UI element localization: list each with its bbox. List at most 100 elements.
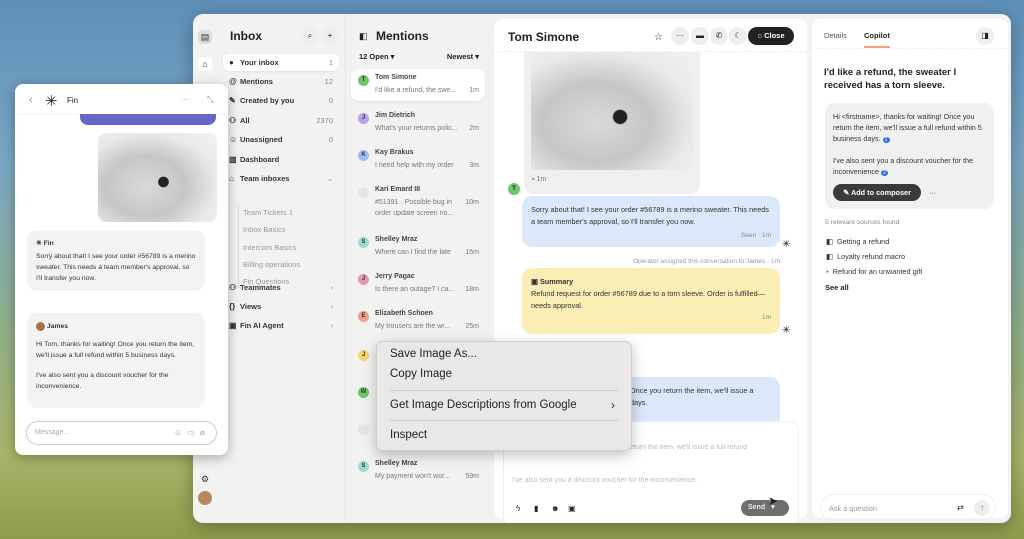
emoji-icon[interactable]: ☺ [174, 428, 182, 437]
expand-icon[interactable]: ⤡ [207, 95, 213, 105]
nav-views[interactable]: {} Views › [223, 298, 339, 315]
conversation-list-item[interactable]: Kari Emard III #51391 · Possible bug in … [351, 181, 485, 224]
menu-item-copy-image[interactable]: Copy Image [390, 368, 452, 380]
conversation-list-item[interactable]: E Elizabeth Schoen My trousers are the w… [351, 305, 485, 337]
settings-sliders-icon[interactable]: ⇄ [957, 503, 964, 512]
nav-fin-ai-agent[interactable]: ▣ Fin AI Agent › [223, 317, 339, 334]
source-item[interactable]: ▪ Refund for an unwanted gift [826, 264, 922, 279]
fin-reply-text: Sorry about that! I see your order #5678… [531, 205, 769, 226]
tree-line [238, 204, 239, 288]
nav-dashboard[interactable]: ▥ Dashboard [223, 151, 339, 168]
inbox-icon[interactable]: ⌂ [198, 57, 212, 71]
conversation-list-item[interactable]: T Tom Simone I'd like a refund, the swe.… [351, 69, 485, 101]
snooze-icon[interactable]: ☾ [729, 27, 747, 45]
close-label: Close [764, 31, 785, 40]
source-item[interactable]: ◧ Getting a refund [826, 234, 922, 249]
sender-name: Fin [43, 240, 54, 247]
ask-input[interactable]: Ask a question ⇄ ↑ [820, 494, 996, 521]
ai-icon[interactable]: ▣ [568, 504, 576, 513]
star-icon[interactable]: ☆ [654, 32, 663, 43]
back-icon[interactable]: ‹ [29, 94, 33, 106]
send-button[interactable]: Send ▾ [741, 500, 789, 516]
menu-item-save-image[interactable]: Save Image As... [390, 348, 477, 360]
avatar-icon: ● [229, 58, 234, 67]
contact-avatar [358, 187, 369, 198]
inbox-title: Inbox [230, 29, 262, 43]
nav-all[interactable]: ⚇ All 2370 [223, 112, 339, 129]
contact-avatar: S [358, 237, 369, 248]
bookmark-icon[interactable]: ▮ [534, 504, 538, 513]
source-label: Getting a refund [836, 237, 890, 246]
sources-label: 5 relevant sources found [825, 219, 900, 226]
contact-avatar: J [358, 350, 369, 361]
menu-item-image-descriptions[interactable]: Get Image Descriptions from Google [390, 399, 577, 411]
team-inbox-item[interactable]: Inbox Basics [243, 225, 286, 234]
nav-teammates[interactable]: ⚇ Teammates › [223, 279, 339, 296]
conversation-list-item[interactable]: S Shelley Mraz My payment won't wor... 59… [351, 455, 485, 487]
gif-icon[interactable]: ▭ [187, 428, 195, 437]
nav-your-inbox[interactable]: ● Your inbox 1 [223, 54, 339, 71]
composer-text[interactable]: I've also sent you a discount voucher fo… [512, 477, 697, 484]
nav-created-by-you[interactable]: ✎ Created by you 0 [223, 92, 339, 109]
image-message: ▪ 1m [524, 52, 700, 194]
fin-message: ✳ Fin Sorry about that! I see your order… [27, 230, 205, 291]
settings-icon[interactable]: ⚙ [198, 472, 212, 486]
open-filter[interactable]: 12 Open ▾ [359, 52, 394, 61]
chevron-right-icon: › [330, 321, 334, 330]
inbox-panel: Inbox ⌕ + ● Your inbox 1 @ Mentions 12 ✎ Crea… [217, 14, 345, 523]
add-to-composer-button[interactable]: ✎ Add to composer [833, 184, 921, 201]
contact-name: Kay Brakus [375, 149, 414, 156]
profile-icon[interactable] [198, 491, 212, 505]
nav-unassigned[interactable]: ☺ Unassigned 0 [223, 131, 339, 148]
context-menu: Save Image As... Copy Image Get Image De… [376, 341, 632, 451]
search-icon[interactable]: ⌕ [301, 27, 319, 45]
answer-text: Hi <firstname>, thanks for waiting! Once… [833, 112, 982, 143]
sweater-image[interactable] [98, 133, 217, 222]
tab-copilot[interactable]: Copilot [864, 31, 890, 40]
sidebar-toggle-icon[interactable]: ◧ [359, 31, 368, 42]
tab-details[interactable]: Details [824, 31, 847, 40]
inbox-app-icon[interactable]: ▤ [198, 30, 212, 44]
source-item[interactable]: ◧ Loyalty refund macro [826, 249, 922, 264]
panel-toggle-icon[interactable]: ◨ [976, 27, 994, 45]
add-icon[interactable]: + [321, 27, 339, 45]
sweater-image[interactable] [531, 52, 693, 170]
ticket-icon[interactable]: ▬ [691, 27, 709, 45]
agent-message: James Hi Tom, thanks for waiting! Once y… [27, 313, 205, 408]
conversation-list-item[interactable]: S Shelley Mraz Where can I find the late… [351, 231, 485, 263]
sort-dropdown[interactable]: Newest ▾ [447, 52, 479, 61]
lightning-icon[interactable]: ϟ [516, 504, 520, 513]
more-icon[interactable]: ··· [929, 187, 936, 198]
nav-team-inboxes[interactable]: ⌂ Team inboxes ⌄ [223, 170, 339, 187]
see-all-link[interactable]: See all [825, 283, 849, 292]
source-ref[interactable]: 1 [882, 137, 890, 143]
message-preview: My trousers are the wr... [375, 323, 451, 330]
emoji-icon[interactable]: ☻ [551, 504, 559, 513]
mentions-title: Mentions [376, 29, 429, 43]
submit-arrow-icon[interactable]: ↑ [974, 500, 990, 516]
nav-mentions[interactable]: @ Mentions 12 [223, 73, 339, 90]
more-icon[interactable]: ··· [181, 95, 189, 104]
conversation-title: Tom Simone [508, 30, 580, 44]
contact-avatar: J [358, 113, 369, 124]
team-inbox-item[interactable]: Intercom Basics [243, 243, 296, 252]
conversation-list-item[interactable]: K Kay Brakus I need help with my order 3m [351, 144, 485, 176]
close-button[interactable]: ⌂ Close [748, 27, 794, 45]
source-ref[interactable]: 2 [880, 170, 889, 176]
conversation-list-item[interactable]: J Jerry Pagac Is there an outage? I ca..… [351, 268, 485, 300]
send-label: Send [748, 504, 766, 511]
message-placeholder: Message... [35, 429, 70, 436]
menu-item-inspect[interactable]: Inspect [390, 429, 427, 441]
mouse-cursor-icon: ➤ [768, 494, 779, 508]
message-input[interactable]: Message... ☺ ▭ ⌀ [26, 421, 217, 445]
message-preview: My payment won't wor... [375, 473, 450, 480]
attachment-icon[interactable]: ⌀ [200, 428, 205, 437]
filter-label: 12 Open [359, 52, 389, 61]
conversation-list-item[interactable]: J Jim Dietrich What's your returns polic… [351, 107, 485, 139]
team-inbox-item[interactable]: Billing operations [243, 260, 300, 269]
menu-separator [390, 420, 618, 421]
team-inbox-item[interactable]: Team Tickets 1 [243, 208, 293, 217]
phone-icon[interactable]: ✆ [710, 27, 728, 45]
pen-icon: ✎ [229, 96, 236, 105]
more-icon[interactable]: ··· [671, 27, 689, 45]
